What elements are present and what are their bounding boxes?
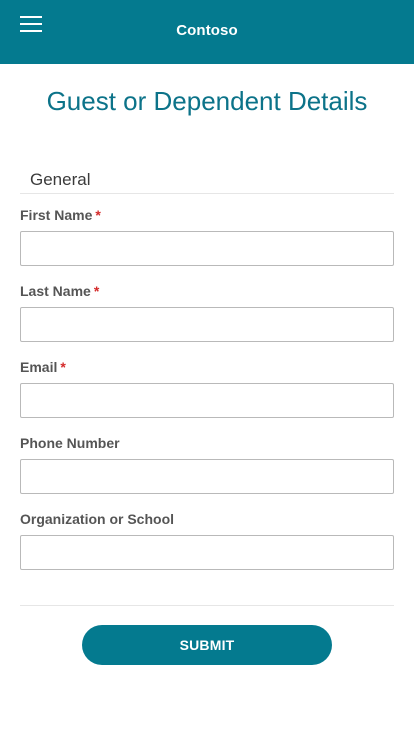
section-title-general: General [30,170,91,189]
required-asterisk: * [60,359,66,375]
submit-button[interactable]: SUBMIT [82,625,332,665]
first-name-input[interactable] [20,231,394,266]
last-name-input[interactable] [20,307,394,342]
form-footer-divider [20,605,394,606]
phone-number-input[interactable] [20,459,394,494]
menu-bar-line [20,16,42,18]
section-divider [20,193,394,194]
organization-label: Organization or School [20,511,174,527]
email-label-text: Email [20,359,58,375]
phone-number-label: Phone Number [20,435,120,451]
first-name-label: First Name * [20,207,101,223]
top-app-bar: Contoso [0,0,414,64]
first-name-label-text: First Name [20,207,93,223]
last-name-label: Last Name * [20,283,99,299]
organization-label-text: Organization or School [20,511,175,527]
organization-input[interactable] [20,535,394,570]
last-name-label-text: Last Name [20,283,91,299]
required-asterisk: * [93,283,100,299]
required-asterisk: * [95,207,101,223]
phone-number-label-text: Phone Number [20,435,120,451]
app-brand-title: Contoso [176,22,238,39]
email-input[interactable] [20,383,394,418]
email-label: Email * [20,359,66,375]
page-title: Guest or Dependent Details [46,86,368,116]
